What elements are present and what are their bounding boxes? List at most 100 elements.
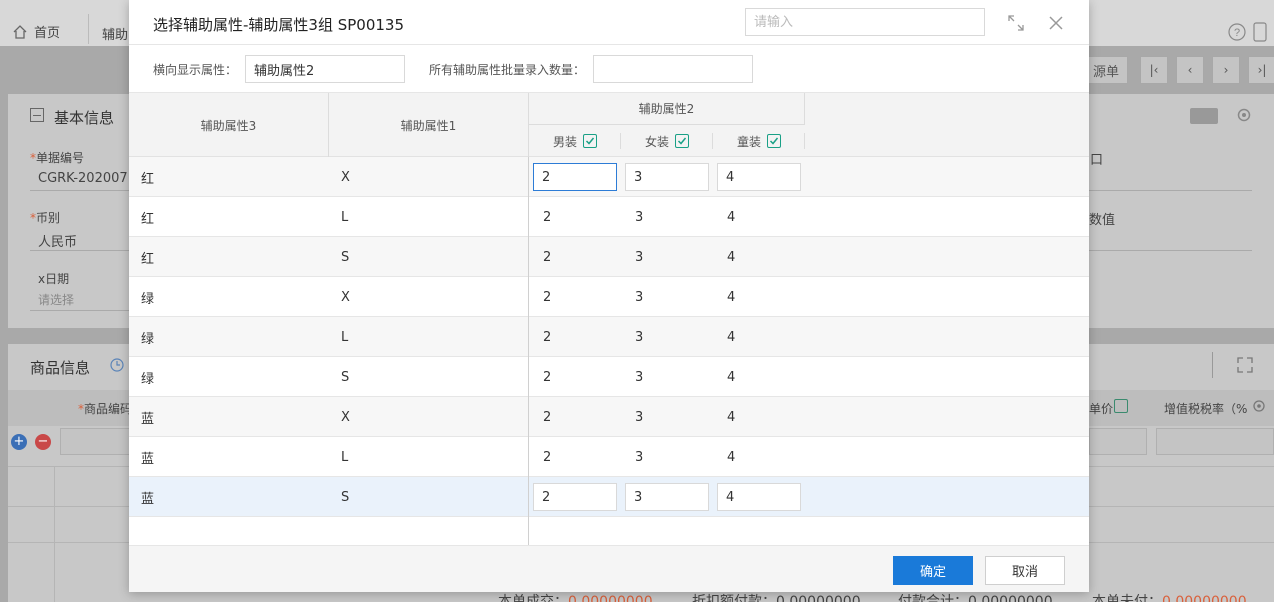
goods-info-title: 商品信息 (30, 359, 91, 377)
goods-divider (1212, 352, 1213, 378)
prev-icon: ‹ (1187, 63, 1193, 77)
basic-info-title: 基本信息 (54, 109, 115, 127)
cell-attr3: 蓝 (141, 451, 155, 467)
grid-row[interactable]: 红X (129, 157, 1089, 197)
cell-attr3: 蓝 (141, 411, 155, 427)
dialog-footer: 确定 取消 (129, 545, 1089, 592)
cell-attr1: X (341, 169, 350, 185)
confirm-button[interactable]: 确定 (893, 556, 973, 585)
settings-icon[interactable] (1236, 107, 1252, 126)
qty-cell-kids[interactable]: 4 (727, 437, 735, 477)
cell-attr1: X (341, 289, 350, 305)
qty-cell-kids[interactable]: 4 (727, 357, 735, 397)
grid-row[interactable]: 绿 S 2 3 4 (129, 357, 1089, 397)
qty-cell-kids[interactable]: 4 (727, 237, 735, 277)
qty-cell-female[interactable]: 3 (635, 317, 643, 357)
goods-col-line (54, 466, 55, 602)
home-nav[interactable]: 首页 (12, 22, 60, 41)
history-icon[interactable] (110, 358, 124, 375)
collapse-icon[interactable] (30, 108, 44, 122)
dialog-search-input[interactable] (745, 8, 985, 36)
qty-cell-male[interactable]: 2 (543, 357, 551, 397)
female-check-icon[interactable] (675, 134, 689, 148)
qty-cell-kids[interactable]: 4 (727, 197, 735, 237)
goods-code-input[interactable] (60, 428, 130, 455)
qty-input-female[interactable] (625, 483, 709, 511)
fullscreen-icon[interactable] (1007, 14, 1025, 32)
qty-cell-male[interactable]: 2 (543, 437, 551, 477)
nav-divider (88, 14, 89, 44)
kids-check-icon[interactable] (767, 134, 781, 148)
qty-cell-male[interactable]: 2 (543, 397, 551, 437)
right-field-underline-1 (1089, 190, 1252, 191)
right-field-underline-2 (1089, 250, 1252, 251)
date-input[interactable]: 请选择 (38, 291, 74, 308)
home-label: 首页 (34, 26, 61, 41)
grid-header: 辅助属性3 辅助属性1 辅助属性2 男装 女装 童装 (129, 93, 1089, 157)
cell-attr3: 绿 (141, 291, 155, 307)
first-page-button[interactable]: |‹ (1140, 56, 1168, 84)
col-header-attr2-group: 辅助属性2 (529, 93, 805, 125)
qty-input-male[interactable] (533, 483, 617, 511)
col-header-attr3: 辅助属性3 (200, 118, 257, 133)
cell-attr3: 绿 (141, 371, 155, 387)
qty-cell-kids[interactable]: 4 (727, 277, 735, 317)
male-check-icon[interactable] (583, 134, 597, 148)
qty-cell-male[interactable]: 2 (543, 317, 551, 357)
grid-row[interactable]: 绿 X 2 3 4 (129, 277, 1089, 317)
price-check-icon[interactable] (1114, 399, 1128, 413)
bill-no-label: *单据编号 (30, 151, 85, 165)
dialog-title: 选择辅助属性-辅助属性3组 SP00135 (153, 16, 405, 34)
bill-no-value: CGRK-2020071 (38, 171, 136, 186)
qty-input-kids[interactable] (717, 483, 801, 511)
date-label: x日期 (38, 272, 70, 286)
qty-input-female[interactable] (625, 163, 709, 191)
prev-page-button[interactable]: ‹ (1176, 56, 1204, 84)
currency-value[interactable]: 人民币 (38, 231, 77, 250)
qty-input-male[interactable] (533, 163, 617, 191)
attr-grid: 辅助属性3 辅助属性1 辅助属性2 男装 女装 童装 红X红L234红S234绿… (129, 93, 1089, 545)
help-icon[interactable]: ? (1228, 23, 1246, 44)
cancel-button[interactable]: 取消 (985, 556, 1065, 585)
qty-cell-kids[interactable]: 4 (727, 317, 735, 357)
expand-goods-icon[interactable] (1237, 357, 1253, 376)
grid-row[interactable]: 绿 L 2 3 4 (129, 317, 1089, 357)
goods-col-price: 单价 (1089, 402, 1114, 416)
cell-attr1: L (341, 449, 349, 465)
grid-row[interactable]: 红 S 2 3 4 (129, 237, 1089, 277)
qty-cell-female[interactable]: 3 (635, 197, 643, 237)
cell-attr3: 红 (141, 171, 155, 187)
grid-row[interactable]: 蓝 L 2 3 4 (129, 437, 1089, 477)
close-icon[interactable] (1047, 14, 1065, 32)
next-page-button[interactable]: › (1212, 56, 1240, 84)
batch-qty-input[interactable] (593, 55, 753, 83)
more-icon[interactable] (1253, 22, 1267, 42)
qty-cell-male[interactable]: 2 (543, 277, 551, 317)
qty-cell-female[interactable]: 3 (635, 357, 643, 397)
source-bill-button[interactable]: 源单 (1084, 56, 1128, 84)
remove-row-icon[interactable]: − (35, 434, 51, 450)
display-attr-input[interactable] (245, 55, 405, 83)
grid-row[interactable]: 红 L 2 3 4 (129, 197, 1089, 237)
qty-cell-kids[interactable]: 4 (727, 397, 735, 437)
goods-settings-icon[interactable] (1252, 399, 1266, 416)
qty-cell-male[interactable]: 2 (543, 237, 551, 277)
qty-cell-female[interactable]: 3 (635, 437, 643, 477)
col-female-label: 女装 (644, 134, 669, 149)
goods-tax-input[interactable] (1156, 428, 1274, 455)
keyboard-icon[interactable] (1190, 108, 1218, 124)
goods-price-input[interactable] (1089, 428, 1147, 455)
grid-row[interactable]: 蓝S (129, 477, 1089, 517)
svg-text:?: ? (1234, 27, 1240, 39)
nav-tab[interactable]: 辅助 (102, 24, 128, 43)
qty-cell-female[interactable]: 3 (635, 237, 643, 277)
cell-attr1: S (341, 489, 350, 505)
date-underline (30, 310, 129, 311)
grid-row[interactable]: 蓝 X 2 3 4 (129, 397, 1089, 437)
qty-cell-female[interactable]: 3 (635, 397, 643, 437)
qty-input-kids[interactable] (717, 163, 801, 191)
last-page-button[interactable]: ›| (1248, 56, 1274, 84)
add-row-icon[interactable]: + (11, 434, 27, 450)
qty-cell-female[interactable]: 3 (635, 277, 643, 317)
qty-cell-male[interactable]: 2 (543, 197, 551, 237)
